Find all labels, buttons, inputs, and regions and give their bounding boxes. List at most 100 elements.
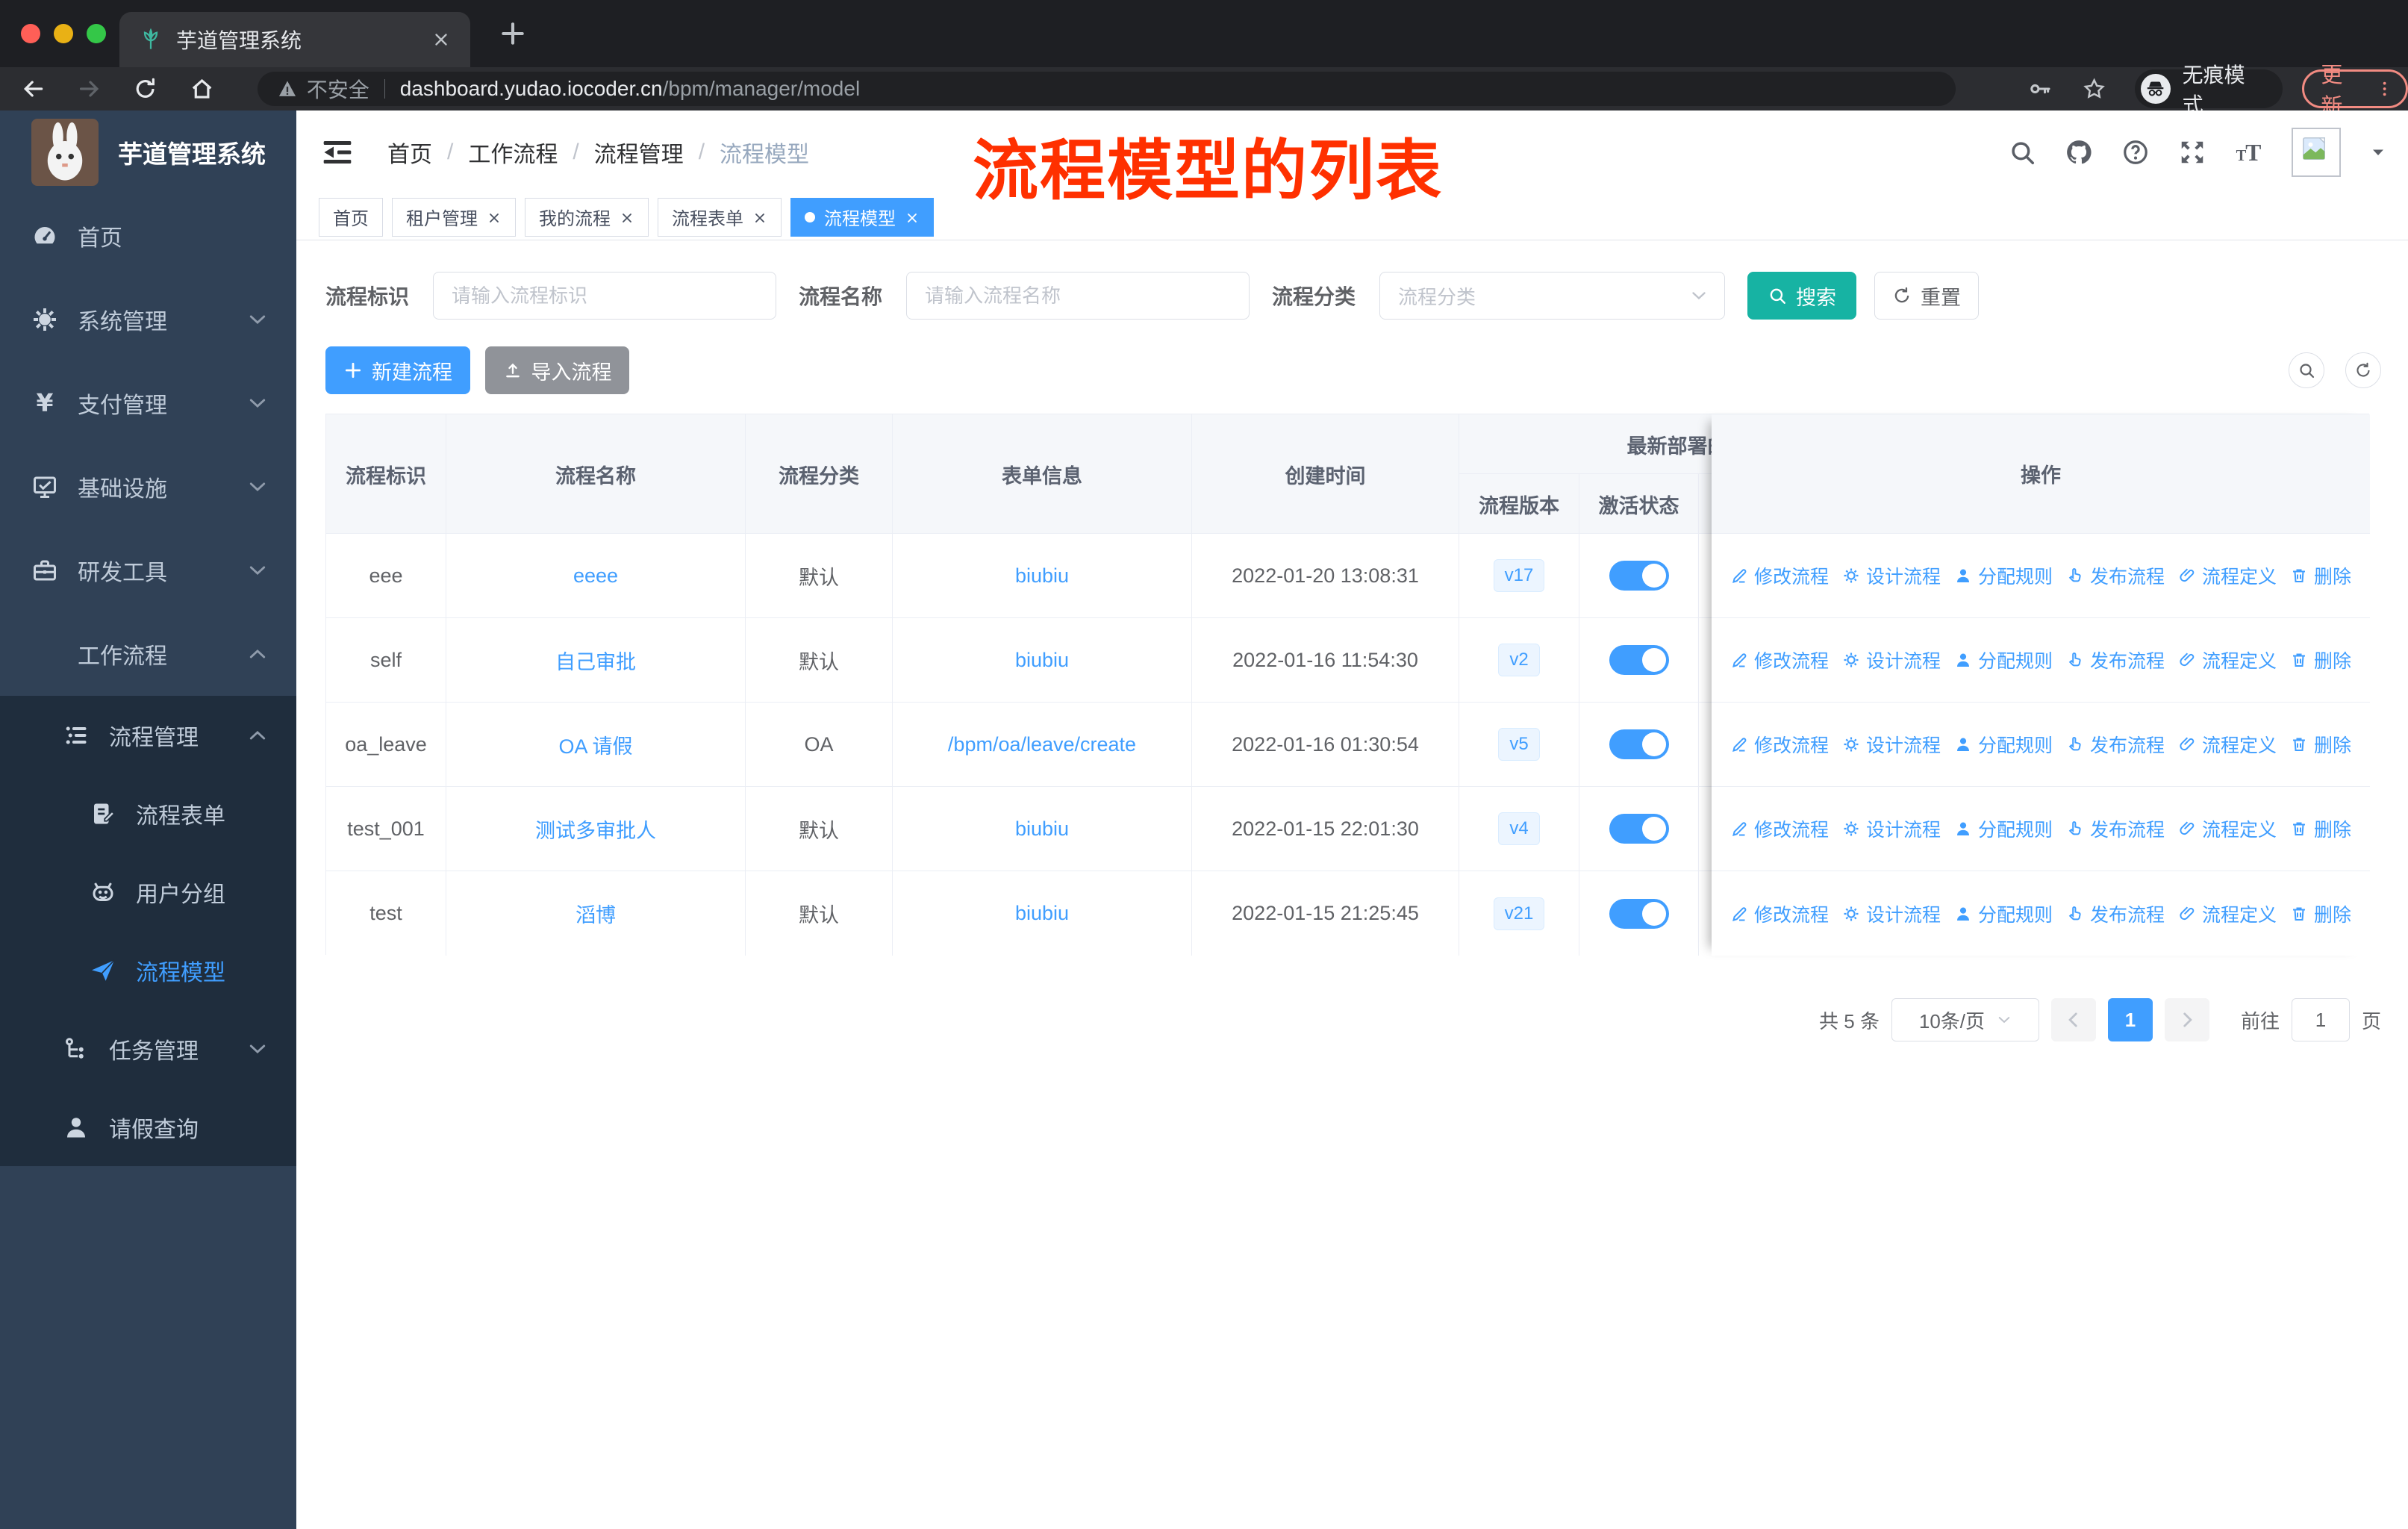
action-definition-link[interactable]: 流程定义 <box>2178 815 2277 842</box>
action-delete-link[interactable]: 删除 <box>2290 815 2351 842</box>
filter-id-input[interactable] <box>433 272 777 320</box>
action-delete-link[interactable]: 删除 <box>2290 647 2351 673</box>
tag-tenant[interactable]: 租户管理 <box>392 197 516 237</box>
process-name-link[interactable]: 滔博 <box>576 899 616 928</box>
process-name-link[interactable]: 测试多审批人 <box>535 815 656 844</box>
fullscreen-icon[interactable] <box>2178 138 2206 166</box>
caret-down-icon[interactable] <box>2369 143 2387 161</box>
action-design-link[interactable]: 设计流程 <box>1842 731 1941 758</box>
sidebar-item-user-group[interactable]: 用户分组 <box>0 853 296 931</box>
close-icon[interactable] <box>620 210 634 225</box>
action-publish-link[interactable]: 发布流程 <box>2066 900 2165 927</box>
sidebar-item-leave-query[interactable]: 请假查询 <box>0 1088 296 1166</box>
filter-name-input[interactable] <box>906 272 1250 320</box>
process-name-link[interactable]: eeee <box>573 564 618 588</box>
avatar[interactable] <box>2292 128 2341 177</box>
font-size-icon[interactable]: TT <box>2235 138 2263 166</box>
window-controls[interactable] <box>21 24 106 43</box>
tag-process-model[interactable]: 流程模型 <box>790 197 934 237</box>
status-toggle[interactable] <box>1609 561 1669 591</box>
page-size-select[interactable]: 10条/页 <box>1891 998 2039 1041</box>
import-process-button[interactable]: 导入流程 <box>485 346 629 394</box>
action-publish-link[interactable]: 发布流程 <box>2066 562 2165 589</box>
action-assign-link[interactable]: 分配规则 <box>1954 815 2053 842</box>
reload-icon[interactable] <box>133 76 157 102</box>
action-publish-link[interactable]: 发布流程 <box>2066 731 2165 758</box>
action-assign-link[interactable]: 分配规则 <box>1954 731 2053 758</box>
form-info-link[interactable]: biubiu <box>1015 902 1069 925</box>
action-publish-link[interactable]: 发布流程 <box>2066 815 2165 842</box>
sidebar-item-home[interactable]: 首页 <box>0 194 296 278</box>
action-assign-link[interactable]: 分配规则 <box>1954 562 2053 589</box>
action-delete-link[interactable]: 删除 <box>2290 900 2351 927</box>
sidebar-item-infrastructure[interactable]: 基础设施 <box>0 445 296 529</box>
search-button[interactable]: 搜索 <box>1747 272 1857 320</box>
bookmark-star-icon[interactable] <box>2082 76 2106 102</box>
home-icon[interactable] <box>190 76 214 102</box>
action-definition-link[interactable]: 流程定义 <box>2178 562 2277 589</box>
sidebar-item-process-model[interactable]: 流程模型 <box>0 931 296 1009</box>
process-name-link[interactable]: OA 请假 <box>558 730 632 759</box>
sidebar-item-devtools[interactable]: 研发工具 <box>0 529 296 612</box>
back-icon[interactable] <box>21 76 46 102</box>
browser-tab[interactable]: 芋道管理系统 <box>119 12 470 67</box>
close-window-button[interactable] <box>21 24 40 43</box>
github-icon[interactable] <box>2065 138 2093 166</box>
action-design-link[interactable]: 设计流程 <box>1842 815 1941 842</box>
sidebar-item-task-manage[interactable]: 任务管理 <box>0 1009 296 1088</box>
maximize-window-button[interactable] <box>87 24 106 43</box>
action-definition-link[interactable]: 流程定义 <box>2178 647 2277 673</box>
goto-page-input[interactable] <box>2291 998 2350 1041</box>
close-icon[interactable] <box>752 210 767 225</box>
status-toggle[interactable] <box>1609 814 1669 844</box>
status-toggle[interactable] <box>1609 898 1669 929</box>
browser-menu-icon[interactable] <box>2375 79 2394 99</box>
filter-category-select[interactable]: 流程分类 <box>1379 272 1726 320</box>
action-assign-link[interactable]: 分配规则 <box>1954 900 2053 927</box>
sidebar-item-system[interactable]: 系统管理 <box>0 278 296 361</box>
action-publish-link[interactable]: 发布流程 <box>2066 647 2165 673</box>
sidebar-item-process-form[interactable]: 流程表单 <box>0 774 296 853</box>
forward-icon[interactable] <box>77 76 102 102</box>
tab-close-icon[interactable] <box>431 30 451 49</box>
update-button[interactable]: 更新 <box>2302 63 2408 119</box>
next-page-button[interactable] <box>2164 998 2209 1041</box>
action-design-link[interactable]: 设计流程 <box>1842 647 1941 673</box>
form-info-link[interactable]: biubiu <box>1015 564 1069 588</box>
action-modify-link[interactable]: 修改流程 <box>1730 731 1829 758</box>
sidebar-logo[interactable]: 芋道管理系统 <box>0 110 296 194</box>
sidebar-item-workflow[interactable]: 工作流程 <box>0 612 296 696</box>
search-icon[interactable] <box>2008 138 2036 166</box>
sidebar-item-process-manage[interactable]: 流程管理 <box>0 696 296 774</box>
action-modify-link[interactable]: 修改流程 <box>1730 900 1829 927</box>
create-process-button[interactable]: 新建流程 <box>325 346 470 394</box>
new-tab-button[interactable] <box>499 19 527 48</box>
collapse-sidebar-icon[interactable] <box>322 137 353 167</box>
reset-button[interactable]: 重置 <box>1874 272 1980 320</box>
action-assign-link[interactable]: 分配规则 <box>1954 647 2053 673</box>
status-toggle[interactable] <box>1609 729 1669 759</box>
sidebar-item-payment[interactable]: ¥ 支付管理 <box>0 361 296 445</box>
breadcrumb-item[interactable]: 工作流程 <box>468 136 558 169</box>
help-icon[interactable] <box>2121 138 2150 166</box>
action-modify-link[interactable]: 修改流程 <box>1730 815 1829 842</box>
form-info-link[interactable]: biubiu <box>1015 818 1069 841</box>
tag-home[interactable]: 首页 <box>319 197 383 237</box>
status-toggle[interactable] <box>1609 645 1669 675</box>
minimize-window-button[interactable] <box>54 24 73 43</box>
process-name-link[interactable]: 自己审批 <box>555 646 636 675</box>
breadcrumb-item[interactable]: 流程管理 <box>594 136 684 169</box>
action-delete-link[interactable]: 删除 <box>2290 562 2351 589</box>
action-definition-link[interactable]: 流程定义 <box>2178 731 2277 758</box>
action-modify-link[interactable]: 修改流程 <box>1730 647 1829 673</box>
tag-my-process[interactable]: 我的流程 <box>525 197 649 237</box>
current-page-button[interactable]: 1 <box>2107 998 2153 1041</box>
close-icon[interactable] <box>487 210 502 225</box>
action-modify-link[interactable]: 修改流程 <box>1730 562 1829 589</box>
password-key-icon[interactable] <box>2027 76 2052 102</box>
toggle-search-button[interactable] <box>2289 352 2324 388</box>
action-definition-link[interactable]: 流程定义 <box>2178 900 2277 927</box>
prev-page-button[interactable] <box>2050 998 2096 1041</box>
refresh-table-button[interactable] <box>2345 352 2381 388</box>
close-icon[interactable] <box>905 210 920 225</box>
